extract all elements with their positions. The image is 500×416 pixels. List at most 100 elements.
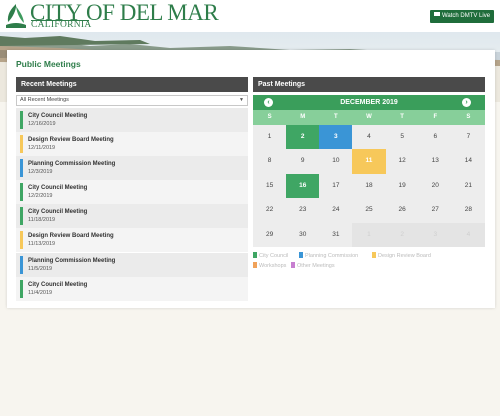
meeting-list-item[interactable]: City Council Meeting 11/4/2019 [16, 276, 248, 301]
calendar-day[interactable]: 2 [286, 125, 320, 150]
calendar-day[interactable]: 29 [253, 223, 286, 247]
calendar-grid: 1 2 3 4 5 6 7 8 9 10 11 12 13 14 15 16 17 18 19 20 21 22 23 24 2… [253, 125, 485, 247]
legend-label: City Council [259, 253, 289, 259]
meeting-title[interactable]: City Council Meeting [28, 282, 87, 288]
meeting-date: 11/18/2019 [28, 217, 56, 224]
calendar-day[interactable]: 11 [352, 149, 386, 174]
calendar-day[interactable]: 21 [452, 174, 485, 198]
calendar-day[interactable]: 20 [419, 174, 452, 198]
calendar-day[interactable]: 5 [386, 125, 419, 149]
meeting-date: 12/11/2019 [28, 145, 56, 152]
calendar-day[interactable]: 16 [286, 173, 320, 199]
weekday-label: T [334, 114, 338, 120]
weekday-label: F [433, 114, 438, 120]
meeting-title[interactable]: Planning Commission Meeting [28, 258, 115, 264]
calendar-day[interactable]: 30 [286, 223, 319, 247]
meeting-list-item[interactable]: City Council Meeting 12/2/2019 [16, 180, 248, 205]
calendar-day[interactable]: 1 [253, 125, 286, 149]
recent-meetings-list: City Council Meeting 12/16/2019 Design Rev… [16, 108, 248, 301]
meeting-type-color-bar [20, 159, 23, 178]
legend-swatch [299, 252, 303, 258]
calendar-day[interactable]: 22 [253, 198, 286, 222]
calendar-day[interactable]: 8 [253, 149, 286, 173]
legend-label: Planning Commission [305, 253, 359, 259]
meeting-type-color-bar [20, 231, 23, 250]
calendar-day[interactable]: 19 [386, 174, 419, 198]
legend-label: Design Review Board [378, 253, 431, 259]
meeting-title[interactable]: Planning Commission Meeting [28, 161, 115, 167]
site-header: CITY OF DEL MAR CALIFORNIA Watch DMTV Li… [0, 0, 500, 32]
meeting-list-item[interactable]: Planning Commission Meeting 11/5/2019 [16, 252, 248, 277]
legend-item: Design Review Board [372, 252, 431, 259]
calendar-day[interactable]: 12 [386, 149, 419, 173]
calendar-day-other-month[interactable]: 4 [451, 222, 485, 247]
meeting-date: 12/3/2019 [28, 169, 53, 176]
meeting-list-item[interactable]: Design Review Board Meeting 12/11/2019 [16, 132, 248, 157]
watch-dmtv-live-label: Watch DMTV Live [441, 13, 491, 19]
calendar-day[interactable]: 3 [319, 125, 353, 150]
calendar-day[interactable]: 9 [286, 149, 319, 173]
meeting-list-item[interactable]: Planning Commission Meeting 12/3/2019 [16, 156, 248, 181]
calendar-day[interactable]: 31 [319, 223, 352, 247]
calendar-day-other-month[interactable]: 3 [418, 222, 452, 247]
calendar-day[interactable]: 25 [352, 198, 385, 222]
meeting-date: 11/4/2019 [28, 289, 53, 296]
legend-label: Other Meetings [297, 263, 335, 269]
legend-item: Other Meetings [291, 262, 335, 269]
calendar-day[interactable]: 26 [386, 198, 419, 222]
meeting-type-color-bar [20, 183, 23, 202]
legend-swatch [372, 252, 376, 258]
legend-item: Workshops [253, 262, 286, 269]
meeting-type-color-bar [20, 255, 23, 274]
meeting-list-item[interactable]: Design Review Board Meeting 11/13/2019 [16, 228, 248, 253]
meeting-date: 11/5/2019 [28, 265, 53, 272]
calendar-day-other-month[interactable]: 1 [352, 222, 386, 247]
meeting-title[interactable]: City Council Meeting [28, 185, 87, 191]
meeting-title[interactable]: City Council Meeting [28, 209, 87, 215]
meeting-list-item[interactable]: City Council Meeting 12/16/2019 [16, 108, 248, 132]
recent-meetings-filter[interactable]: All Recent Meetings ▼ [16, 95, 248, 106]
calendar-month-label: DECEMBER 2019 [340, 99, 398, 106]
calendar-day[interactable]: 18 [352, 174, 385, 198]
meeting-type-color-bar [20, 135, 23, 154]
calendar-day[interactable]: 7 [452, 125, 485, 149]
weekday-label: M [300, 114, 306, 120]
meeting-title[interactable]: City Council Meeting [28, 113, 87, 119]
recent-meetings-filter-value: All Recent Meetings [20, 97, 69, 103]
chevron-left-icon[interactable]: ‹ [264, 98, 273, 107]
calendar-day[interactable]: 10 [319, 149, 352, 173]
legend-label: Workshops [259, 263, 287, 269]
calendar-day[interactable]: 15 [253, 174, 286, 198]
weekday-label: S [466, 114, 471, 120]
calendar-day[interactable]: 13 [419, 149, 452, 173]
chevron-right-icon[interactable]: › [462, 98, 471, 107]
weekday-label: S [267, 114, 272, 120]
calendar-day[interactable]: 23 [286, 198, 319, 222]
meeting-type-color-bar [20, 207, 23, 226]
meeting-type-color-bar [20, 111, 23, 129]
calendar-day[interactable]: 28 [452, 198, 485, 222]
page-title: Public Meetings [16, 59, 81, 69]
meeting-type-color-bar [20, 279, 23, 298]
recent-meetings-header: Recent Meetings [16, 77, 248, 92]
calendar-day[interactable]: 6 [419, 125, 452, 149]
calendar-day[interactable]: 17 [319, 174, 352, 198]
meeting-list-item[interactable]: City Council Meeting 11/18/2019 [16, 204, 248, 229]
calendar-day[interactable]: 4 [352, 125, 385, 149]
city-seal-logo[interactable] [4, 3, 28, 29]
calendar-day[interactable]: 27 [419, 198, 452, 222]
calendar-day[interactable]: 14 [452, 149, 485, 173]
calendar-day-other-month[interactable]: 2 [385, 222, 419, 247]
video-camera-icon [433, 12, 440, 17]
weekday-label: T [400, 114, 404, 120]
legend-item: City Council [253, 252, 288, 259]
meeting-title[interactable]: Design Review Board Meeting [28, 233, 114, 239]
calendar-day[interactable]: 24 [319, 198, 352, 222]
legend-swatch [291, 262, 295, 268]
calendar-weekday-row: SMTWTFS [253, 110, 485, 125]
watch-dmtv-live-button[interactable]: Watch DMTV Live [430, 10, 494, 23]
weekday-label: W [366, 114, 372, 120]
legend-swatch [253, 262, 257, 268]
meeting-title[interactable]: Design Review Board Meeting [28, 137, 114, 143]
legend-swatch [253, 252, 257, 258]
